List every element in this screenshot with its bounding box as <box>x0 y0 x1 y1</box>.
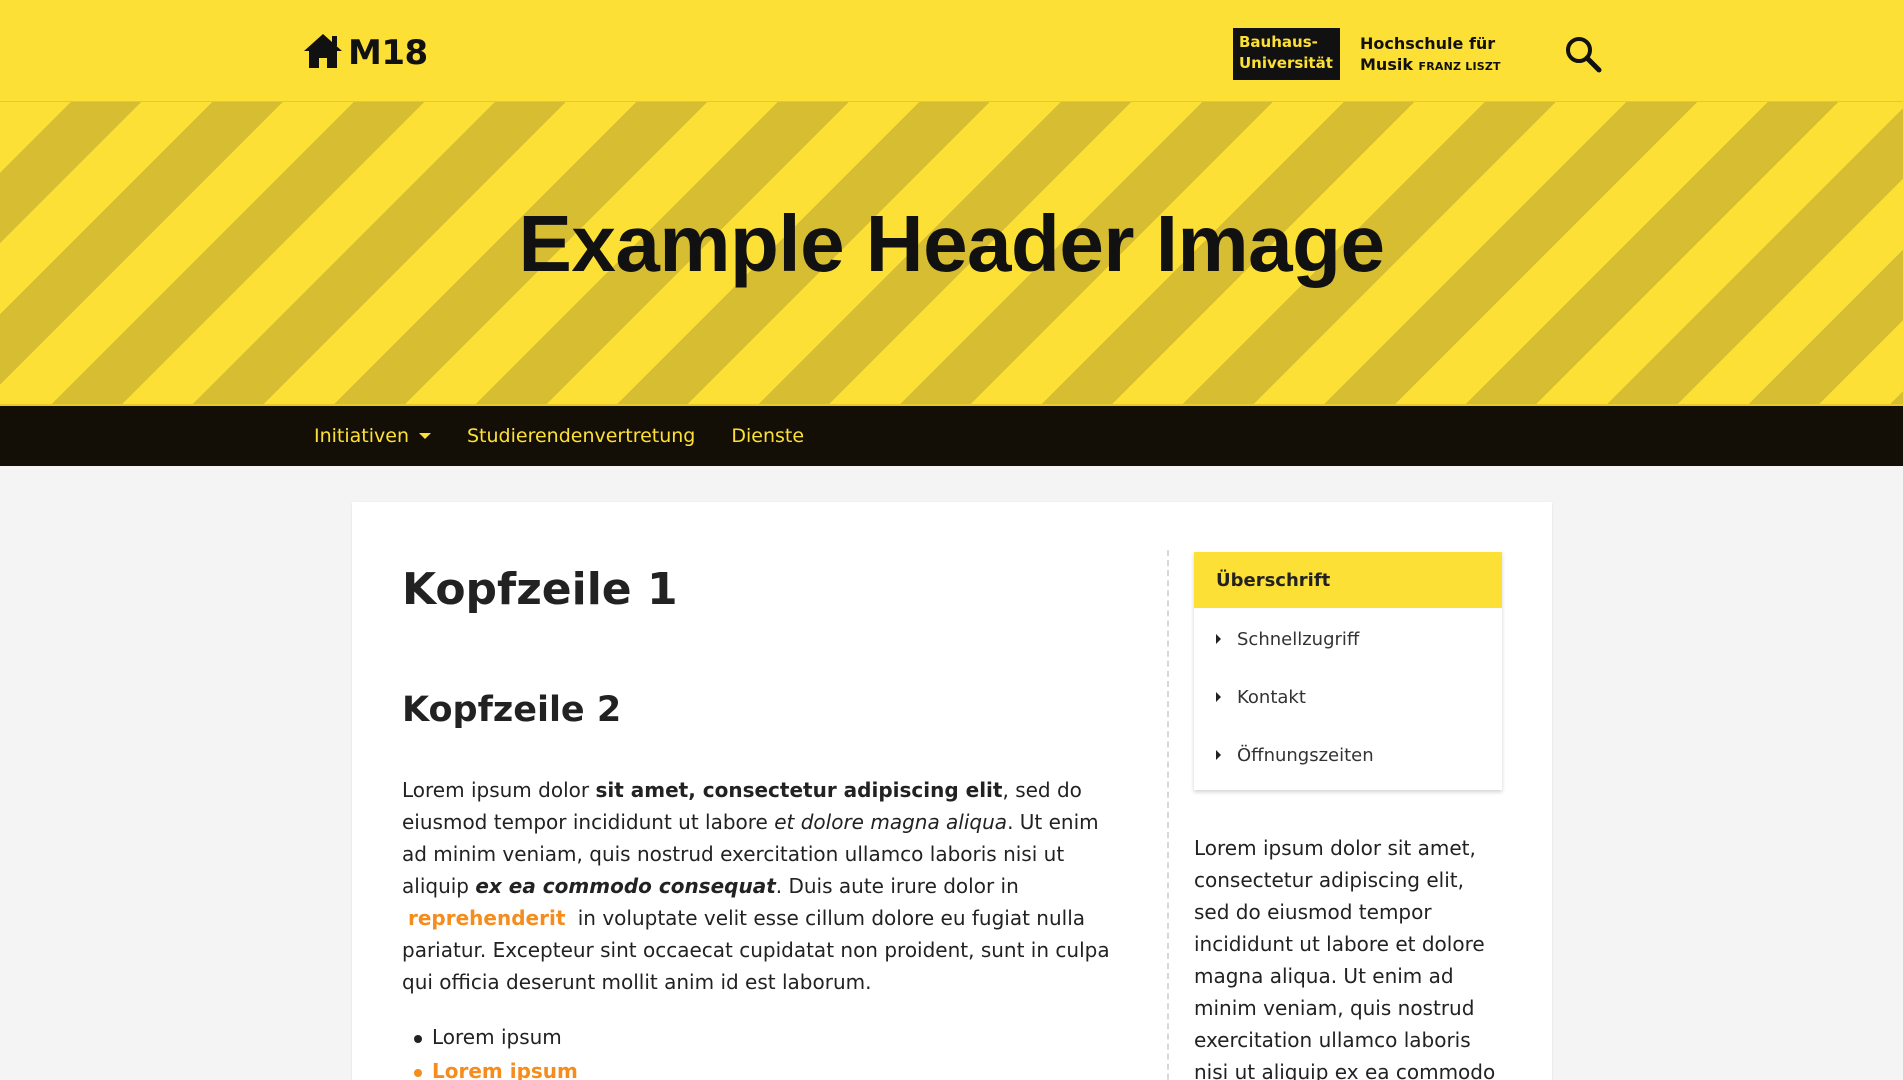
nav-item-label: Dienste <box>731 425 805 447</box>
caret-right-icon <box>1216 692 1221 702</box>
bold-text: sit amet, consectetur adipiscing elit <box>595 778 1003 802</box>
bullet-list: Lorem ipsum Lorem ipsum <box>402 1020 1122 1080</box>
search-button[interactable] <box>1562 34 1604 76</box>
quicklinks-panel: Überschrift Schnellzugriff Kontakt Öffnu… <box>1194 552 1502 790</box>
liszt-line2: Musik <box>1360 55 1413 74</box>
nav-item-dienste[interactable]: Dienste <box>731 406 804 466</box>
main-navigation: Initiativen Studierendenvertretung Diens… <box>0 404 1903 466</box>
bauhaus-university-link[interactable]: Bauhaus- Universität <box>1233 28 1340 80</box>
body-paragraph: Lorem ipsum dolor sit amet, consectetur … <box>402 774 1112 998</box>
hero-image: Example Header Image <box>0 102 1903 404</box>
top-bar: M18 Bauhaus- Universität Hochschule für … <box>0 0 1903 102</box>
liszt-line1: Hochschule für <box>1360 34 1496 53</box>
caret-right-icon <box>1216 634 1221 644</box>
list-item: Lorem ipsum <box>402 1020 1122 1054</box>
bold-italic-text: ex ea commodo consequat <box>475 874 776 898</box>
main-column: Kopfzeile 1 Kopfzeile 2 Lorem ipsum dolo… <box>402 560 1122 1080</box>
nav-item-studierendenvertretung[interactable]: Studierendenvertretung <box>467 406 695 466</box>
chevron-down-icon <box>419 433 431 439</box>
panel-item-label: Schnellzugriff <box>1237 628 1360 650</box>
panel-item-oeffnungszeiten[interactable]: Öffnungszeiten <box>1194 726 1502 784</box>
nav-item-label: Studierendenvertretung <box>467 425 696 447</box>
home-logo-link[interactable]: M18 <box>302 30 428 76</box>
bauhaus-line2: Universität <box>1239 54 1333 72</box>
sidebar-text: Lorem ipsum dolor sit amet, consectetur … <box>1194 836 1496 1080</box>
text: . Duis aute irure dolor in <box>775 874 1019 898</box>
panel-list: Schnellzugriff Kontakt Öffnungszeiten <box>1194 608 1502 790</box>
liszt-line2-small: FRANZ LISZT <box>1418 60 1501 73</box>
content-card: Kopfzeile 1 Kopfzeile 2 Lorem ipsum dolo… <box>352 502 1552 1080</box>
column-divider <box>1167 550 1169 1080</box>
text: Lorem ipsum dolor <box>402 778 596 802</box>
hfm-liszt-link[interactable]: Hochschule für Musik FRANZ LISZT <box>1360 33 1520 77</box>
search-icon <box>1563 37 1603 77</box>
list-item-link[interactable]: Lorem ipsum <box>402 1054 1122 1080</box>
bauhaus-line1: Bauhaus- <box>1239 33 1318 51</box>
sidebar: Überschrift Schnellzugriff Kontakt Öffnu… <box>1194 552 1504 1080</box>
panel-item-label: Öffnungszeiten <box>1237 744 1374 766</box>
nav-item-label: Initiativen <box>314 425 409 447</box>
inline-link[interactable]: reprehenderit <box>402 906 571 930</box>
logo-text: M18 <box>348 33 428 73</box>
nav-list: Initiativen Studierendenvertretung Diens… <box>314 406 840 466</box>
panel-item-kontakt[interactable]: Kontakt <box>1194 668 1502 726</box>
panel-item-schnellzugriff[interactable]: Schnellzugriff <box>1194 610 1502 668</box>
italic-text: et dolore magna aliqua <box>774 810 1008 834</box>
heading-2: Kopfzeile 2 <box>402 690 622 730</box>
caret-right-icon <box>1216 750 1221 760</box>
heading-1: Kopfzeile 1 <box>402 564 678 615</box>
panel-title: Überschrift <box>1194 552 1502 608</box>
panel-item-label: Kontakt <box>1237 686 1306 708</box>
home-icon <box>302 31 344 75</box>
nav-item-initiativen[interactable]: Initiativen <box>314 406 431 466</box>
hero-title: Example Header Image <box>518 199 1385 288</box>
